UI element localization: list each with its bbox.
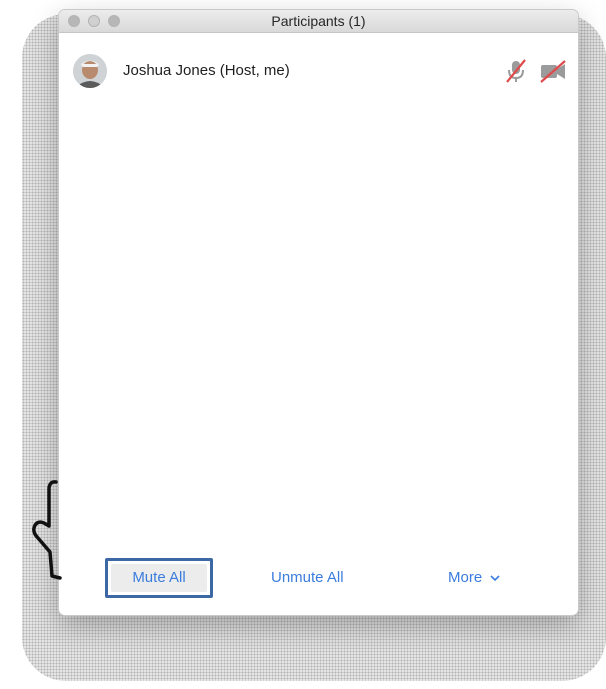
footer-actions: Mute All Unmute All More [59, 558, 578, 598]
screenshot-stage: Participants (1) Joshua Jones (Host, me) [0, 0, 606, 689]
chevron-down-icon [490, 574, 500, 581]
avatar [73, 54, 107, 88]
window-title: Participants (1) [271, 13, 366, 29]
more-label: More [448, 569, 483, 586]
avatar-image [73, 54, 107, 88]
mute-all-button[interactable]: Mute All [105, 558, 213, 598]
participant-name: Joshua Jones (Host, me) [123, 62, 290, 79]
pointing-hand-icon [32, 480, 62, 580]
title-bar[interactable]: Participants (1) [59, 10, 578, 33]
unmute-all-button[interactable]: Unmute All [271, 566, 344, 590]
video-off-icon[interactable] [538, 58, 568, 84]
participant-row[interactable]: Joshua Jones (Host, me) [73, 54, 566, 88]
mute-all-label: Mute All [111, 564, 207, 592]
more-button[interactable]: More [448, 566, 500, 590]
mic-muted-icon[interactable] [503, 58, 529, 84]
participants-window: Participants (1) Joshua Jones (Host, me) [59, 10, 578, 615]
